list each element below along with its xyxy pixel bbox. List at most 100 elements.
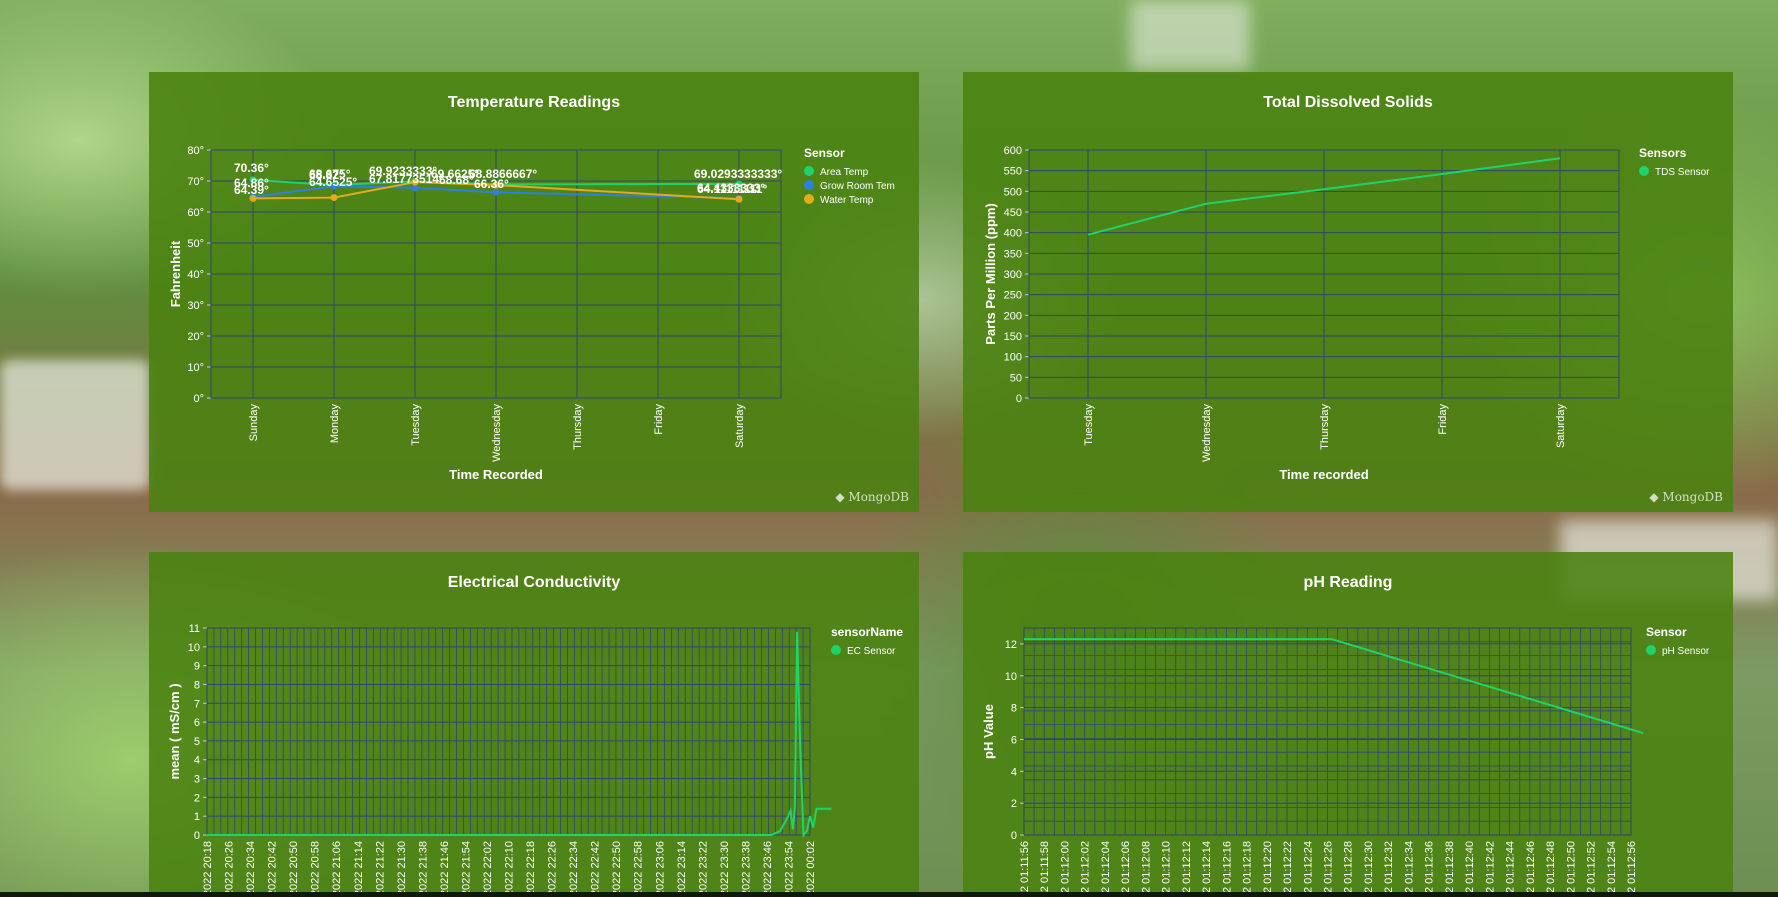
x-tick-label: 2022 21:22 [374,841,386,896]
y-tick-label: 5 [194,736,200,748]
x-tick-label: 2022 01:12:22 [1282,841,1294,897]
x-tick-label: 2022 01:12:08 [1140,841,1152,897]
legend-item: EC Sensor [847,646,896,657]
y-tick-label: 7 [194,698,200,710]
x-tick-label: 2022 01:12:18 [1242,841,1254,897]
ec-chart-panel: Electrical Conductivity 0 1 2 3 4 5 6 7 8 9 10 11 20… [149,552,919,897]
x-tick-label: Friday [1437,404,1449,435]
y-tick-label: 8 [194,679,200,691]
x-tick-label: Tuesday [410,404,422,446]
y-tick-label: 0 [1016,393,1022,405]
tds-chart-panel: Total Dissolved Solids 0 50 100 150 200 250 30… [963,72,1733,512]
x-tick-label: Thursday [572,404,584,450]
x-tick-label: 2022 23:14 [676,841,688,896]
x-tick-label: 2022 21:38 [417,841,429,896]
x-tick-label: 2022 01:12:04 [1100,841,1112,897]
x-tick-label: Sunday [248,404,260,442]
x-tick-label: 2022 22:50 [611,841,623,896]
x-tick-label: 2022 22:58 [633,841,645,896]
x-tick-label: 2022 21:46 [439,841,451,896]
x-tick-label: Tuesday [1083,404,1095,446]
x-tick-label: 2022 01:12:24 [1302,841,1314,897]
y-tick-label: 60° [187,207,204,219]
x-tick-label: 2022 01:12:30 [1363,841,1375,897]
x-tick-label: 2022 21:30 [396,841,408,896]
x-tick-label: 2022 22:02 [482,841,494,896]
x-tick-label: 2022 01:12:32 [1383,841,1395,897]
legend-title: sensorName [831,625,903,639]
legend-item: Water Temp [820,195,874,206]
y-tick-label: 12 [1005,639,1017,651]
x-tick-label: 2022 23:30 [719,841,731,896]
x-tick-label: Saturday [1555,404,1567,449]
x-tick-label: 2022 01:12:44 [1505,841,1517,897]
data-point [735,195,743,203]
y-tick-label: 2 [1011,798,1017,810]
y-tick-label: 150 [1004,331,1022,343]
x-tick-label: Thursday [1319,404,1331,450]
x-tick-label: 2022 01:12:14 [1201,841,1213,897]
x-tick-label: 2022 01:12:26 [1323,841,1335,897]
x-tick-label: Monday [329,404,341,444]
legend-swatch [804,166,814,176]
legend-swatch [831,645,841,655]
legend-title: Sensor [804,146,845,160]
y-axis-title: pH Value [981,704,996,759]
y-tick-label: 1 [194,811,200,823]
ph-chart-panel: pH Reading 0 2 4 6 8 10 12 2022 01:11:56 2022 01… [963,552,1733,897]
data-label: 64.6525° [309,175,357,189]
legend-item: Grow Room Tem [820,181,895,192]
tds-chart: 0 50 100 150 200 250 300 350 400 450 500 550 600 Tues… [983,145,1710,482]
y-tick-label: 6 [194,717,200,729]
y-tick-label: 4 [194,755,200,767]
data-label: 69.0293333333° [694,167,782,181]
y-tick-label: 250 [1004,290,1022,302]
x-tick-label: 2022 01:12:10 [1161,841,1173,897]
x-axis-title: Time recorded [1279,467,1368,482]
x-tick-label: 2022 21:54 [460,841,472,896]
bottom-edge [0,892,1778,897]
y-tick-label: 200 [1004,310,1022,322]
y-tick-label: 0° [193,393,204,405]
x-tick-label: 2022 21:14 [353,841,365,896]
x-tick-label: 2022 22:26 [547,841,559,896]
x-tick-label: 2022 01:12:42 [1484,841,1496,897]
y-tick-label: 550 [1004,166,1022,178]
y-tick-label: 20° [187,331,204,343]
legend-swatch [1639,166,1649,176]
y-tick-label: 0 [194,830,200,842]
x-tick-label: Friday [653,404,665,435]
x-tick-label: 2022 01:12:46 [1525,841,1537,897]
temperature-chart-panel: Temperature Readings 0° 10° 20° 30° 40° 50° 60… [149,72,919,512]
y-tick-label: 8 [1011,703,1017,715]
x-tick-label: Wednesday [1201,404,1213,462]
x-tick-label: 2022 01:12:06 [1120,841,1132,897]
legend-swatch [804,180,814,190]
data-point [330,194,338,202]
ph-chart: 0 2 4 6 8 10 12 2022 01:11:56 2022 01:11:58 2022 … [981,625,1710,897]
data-label: 64.39° [234,183,269,197]
x-tick-label: 2022 01:12:38 [1444,841,1456,897]
legend-item: Area Temp [820,167,869,178]
x-tick-label: 2022 01:11:58 [1039,841,1051,897]
y-tick-label: 30° [187,300,204,312]
legend-item: pH Sensor [1662,646,1710,657]
y-tick-label: 500 [1004,186,1022,198]
x-tick-label: 2022 20:58 [310,841,322,896]
x-tick-label: 2022 23:06 [654,841,666,896]
x-tick-label: 2022 22:42 [590,841,602,896]
x-tick-label: 2022 01:12:48 [1545,841,1557,897]
y-tick-label: 0 [1011,830,1017,842]
y-tick-label: 80° [187,145,204,157]
mongodb-logo: ◆ MongoDB [1649,490,1723,504]
y-tick-label: 100 [1004,352,1022,364]
y-tick-label: 2 [194,792,200,804]
x-tick-label: 2022 22:18 [525,841,537,896]
x-tick-label: 2022 01:12:36 [1424,841,1436,897]
x-tick-label: 2022 01:12:00 [1059,841,1071,897]
y-tick-label: 3 [194,774,200,786]
x-tick-label: 2022 01:12:28 [1343,841,1355,897]
data-label: 64.11111111° [697,182,767,196]
y-axis-title: Fahrenheit [168,240,183,307]
data-label: 66.36° [474,177,509,191]
